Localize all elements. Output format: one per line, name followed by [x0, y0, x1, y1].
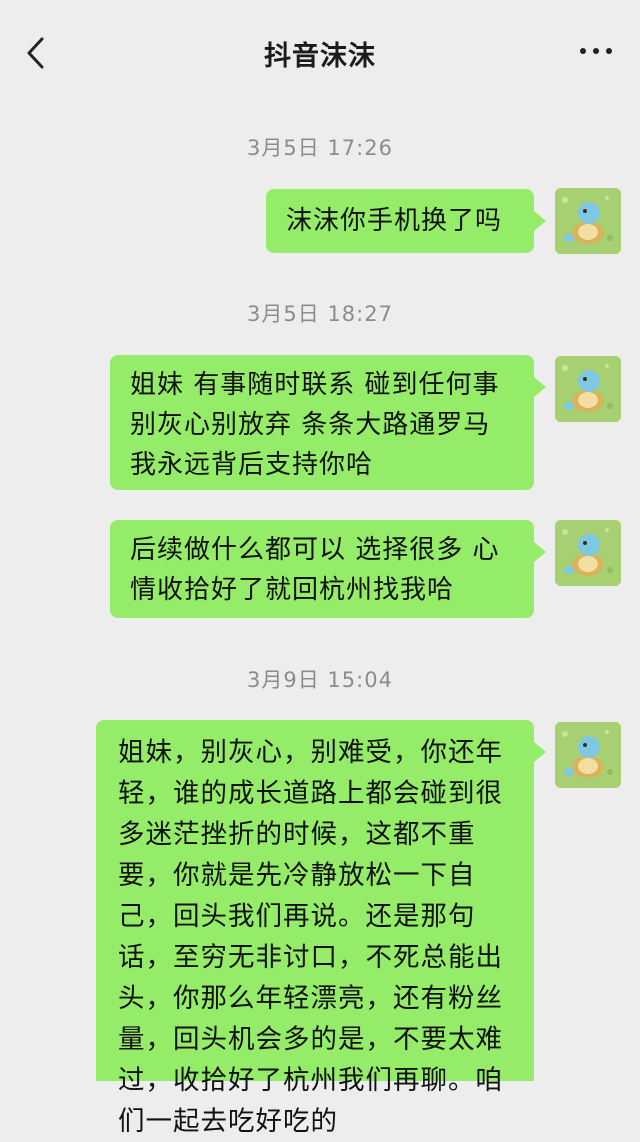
squirtle-avatar-icon[interactable] — [555, 520, 621, 586]
squirtle-avatar-icon[interactable] — [555, 188, 621, 254]
more-dots-icon[interactable] — [578, 48, 614, 56]
message-timestamp: 3月9日 15:04 — [247, 668, 393, 692]
message-text: 姐妹，别灰心，别难受，你还年轻，谁的成长道路上都会碰到很多迷茫挫折的时候，这都不… — [118, 737, 503, 1137]
message-text: 后续做什么都可以 选择很多 心情收拾好了就回杭州找我哈 — [130, 535, 500, 605]
chat-title: 抖音沫沫 — [264, 41, 376, 72]
message-text: 姐妹 有事随时联系 碰到任何事别灰心别放弃 条条大路通罗马我永远背后支持你哈 — [130, 370, 500, 480]
message-bubble[interactable]: 后续做什么都可以 选择很多 心情收拾好了就回杭州找我哈 — [110, 520, 546, 618]
message-bubble[interactable]: 姐妹 有事随时联系 碰到任何事别灰心别放弃 条条大路通罗马我永远背后支持你哈 — [110, 355, 546, 490]
message-timestamp: 3月5日 17:26 — [247, 136, 393, 160]
chat-header: 抖音沫沫 — [0, 0, 640, 100]
message-bubble[interactable]: 姐妹，别灰心，别难受，你还年轻，谁的成长道路上都会碰到很多迷茫挫折的时候，这都不… — [96, 720, 546, 1137]
message-text: 沫沫你手机换了吗 — [286, 206, 503, 236]
message-bubble[interactable]: 沫沫你手机换了吗 — [266, 189, 546, 253]
squirtle-avatar-icon[interactable] — [555, 356, 621, 422]
message-timestamp: 3月5日 18:27 — [247, 302, 393, 326]
squirtle-avatar-icon[interactable] — [555, 722, 621, 788]
